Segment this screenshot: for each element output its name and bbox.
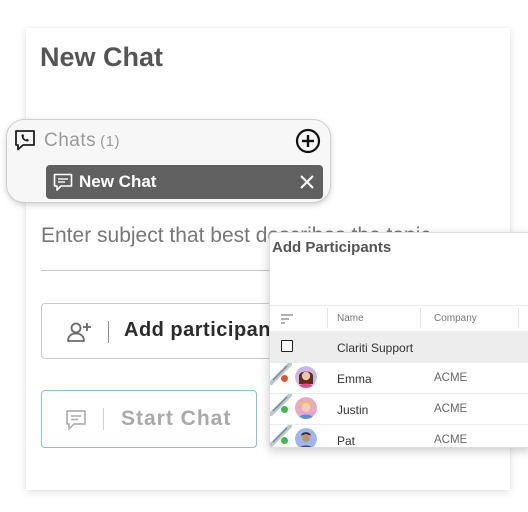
table-row[interactable]: Clariti Support xyxy=(270,331,528,362)
add-participants-label: Add participants xyxy=(124,319,290,341)
add-user-icon xyxy=(67,322,91,342)
status-busy-dot xyxy=(281,375,288,382)
start-chat-label: Start Chat xyxy=(121,407,232,430)
participant-company: ACME xyxy=(434,372,468,384)
ribbon-icon xyxy=(270,394,292,416)
table-row[interactable]: Emma ACME xyxy=(270,362,528,393)
avatar xyxy=(295,366,317,388)
panel-title: Add Participants xyxy=(272,239,392,256)
button-divider xyxy=(108,321,109,343)
column-divider xyxy=(420,308,421,328)
ribbon-icon xyxy=(270,425,292,447)
add-circle-icon[interactable] xyxy=(295,128,321,154)
table-header: Name Company xyxy=(270,305,528,331)
column-header-company[interactable]: Company xyxy=(434,313,477,324)
column-header-name[interactable]: Name xyxy=(337,313,364,324)
participant-company: ACME xyxy=(434,403,468,415)
page-title: New Chat xyxy=(40,42,164,72)
status-online-dot xyxy=(281,406,288,413)
sort-icon[interactable] xyxy=(281,314,293,324)
add-participants-panel: Add Participants Name Company Clariti Su… xyxy=(269,232,528,448)
start-chat-button[interactable]: Start Chat xyxy=(41,390,257,448)
table-row[interactable]: Pat ACME xyxy=(270,424,528,448)
table-row[interactable]: Justin ACME xyxy=(270,393,528,424)
chats-title: Chats (1) xyxy=(44,130,120,152)
avatar xyxy=(295,397,317,419)
participant-name: Justin xyxy=(337,403,369,417)
participant-name: Clariti Support xyxy=(337,341,414,355)
chat-phone-icon xyxy=(15,130,35,151)
chats-popup: Chats (1) New Chat xyxy=(6,119,331,203)
chat-bubble-icon xyxy=(66,410,86,430)
column-divider xyxy=(518,308,519,328)
column-divider xyxy=(327,308,328,328)
chats-count: (1) xyxy=(100,133,120,150)
chat-tab-new-chat[interactable]: New Chat xyxy=(46,165,323,199)
row-checkbox[interactable] xyxy=(281,340,293,352)
button-divider xyxy=(103,408,104,430)
chat-tab-label: New Chat xyxy=(79,172,157,191)
chats-label: Chats xyxy=(44,130,97,151)
avatar xyxy=(295,428,317,447)
status-online-dot xyxy=(281,437,288,444)
chat-bubble-icon xyxy=(53,173,73,191)
participant-company: ACME xyxy=(434,434,468,446)
close-icon[interactable] xyxy=(299,174,315,190)
participant-name: Pat xyxy=(337,434,356,448)
ribbon-icon xyxy=(270,363,292,385)
participant-name: Emma xyxy=(337,372,372,386)
